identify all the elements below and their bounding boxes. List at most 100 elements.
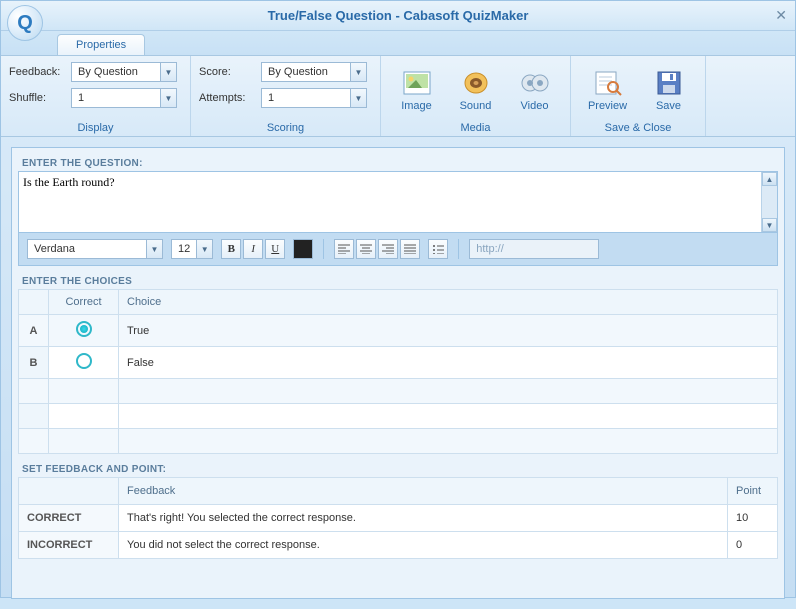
col-blank bbox=[19, 290, 49, 315]
fb-incorrect-text[interactable]: You did not select the correct response. bbox=[119, 532, 728, 559]
separator bbox=[458, 239, 459, 259]
choice-letter: B bbox=[19, 347, 49, 379]
logo-letter: Q bbox=[17, 12, 33, 35]
ribbon-group-display: Feedback: By Question ▼ Shuffle: 1 ▼ Dis… bbox=[1, 56, 191, 136]
feedback-table: Feedback Point CORRECT That's right! You… bbox=[18, 477, 778, 559]
close-button[interactable]: ✕ bbox=[775, 7, 787, 24]
separator bbox=[323, 239, 324, 259]
font-size-value: 12 bbox=[172, 243, 196, 255]
scrollbar[interactable]: ▲ ▼ bbox=[761, 172, 777, 232]
radio-unchecked-icon[interactable] bbox=[76, 353, 92, 369]
choice-correct-cell[interactable] bbox=[49, 347, 119, 379]
font-name-combo[interactable]: Verdana ▼ bbox=[27, 239, 163, 259]
score-combo[interactable]: By Question ▼ bbox=[261, 62, 367, 82]
image-icon bbox=[402, 68, 432, 98]
font-name-value: Verdana bbox=[28, 243, 146, 255]
align-justify-button[interactable] bbox=[400, 239, 420, 259]
sound-icon bbox=[461, 68, 491, 98]
fb-incorrect-point[interactable]: 0 bbox=[728, 532, 778, 559]
tab-properties[interactable]: Properties bbox=[57, 34, 145, 55]
fb-col-blank bbox=[19, 478, 119, 505]
feedback-combo[interactable]: By Question ▼ bbox=[71, 62, 177, 82]
group-label-media: Media bbox=[389, 118, 562, 134]
col-correct: Correct bbox=[49, 290, 119, 315]
choice-row-empty bbox=[19, 379, 778, 404]
question-box: ▲ ▼ bbox=[18, 171, 778, 233]
bullet-list-button[interactable] bbox=[428, 239, 448, 259]
ribbon: Feedback: By Question ▼ Shuffle: 1 ▼ Dis… bbox=[1, 55, 795, 137]
tabstrip: Properties bbox=[1, 31, 795, 55]
app-logo[interactable]: Q bbox=[7, 5, 43, 41]
ribbon-group-media: Image Sound Video Media bbox=[381, 56, 571, 136]
ribbon-group-saveclose: Preview Save Save & Close bbox=[571, 56, 706, 136]
scroll-up-icon[interactable]: ▲ bbox=[762, 172, 777, 186]
save-button[interactable]: Save bbox=[640, 66, 697, 114]
titlebar: Q True/False Question - Cabasoft QuizMak… bbox=[1, 1, 795, 31]
ribbon-group-scoring: Score: By Question ▼ Attempts: 1 ▼ Scori… bbox=[191, 56, 381, 136]
video-label: Video bbox=[521, 100, 549, 112]
fb-correct-point[interactable]: 10 bbox=[728, 505, 778, 532]
chevron-down-icon: ▼ bbox=[160, 63, 176, 81]
choice-row-empty bbox=[19, 404, 778, 429]
bold-button[interactable]: B bbox=[221, 239, 241, 259]
italic-button[interactable]: I bbox=[243, 239, 263, 259]
score-value: By Question bbox=[262, 66, 350, 78]
attempts-value: 1 bbox=[262, 92, 350, 104]
save-label: Save bbox=[656, 100, 681, 112]
font-size-combo[interactable]: 12 ▼ bbox=[171, 239, 213, 259]
video-icon bbox=[520, 68, 550, 98]
feedback-row-correct[interactable]: CORRECT That's right! You selected the c… bbox=[19, 505, 778, 532]
col-choice: Choice bbox=[119, 290, 778, 315]
attempts-combo[interactable]: 1 ▼ bbox=[261, 88, 367, 108]
choice-row[interactable]: B False bbox=[19, 347, 778, 379]
choice-text[interactable]: False bbox=[119, 347, 778, 379]
choice-correct-cell[interactable] bbox=[49, 315, 119, 347]
shuffle-value: 1 bbox=[72, 92, 160, 104]
sound-button[interactable]: Sound bbox=[448, 66, 503, 114]
window-title: True/False Question - Cabasoft QuizMaker bbox=[268, 8, 529, 23]
content-area: ENTER THE QUESTION: ▲ ▼ Verdana ▼ 12 ▼ bbox=[1, 137, 795, 609]
choice-letter: A bbox=[19, 315, 49, 347]
align-right-button[interactable] bbox=[378, 239, 398, 259]
align-left-button[interactable] bbox=[334, 239, 354, 259]
format-toolbar: Verdana ▼ 12 ▼ B I U bbox=[18, 233, 778, 266]
chevron-down-icon: ▼ bbox=[350, 89, 366, 107]
underline-button[interactable]: U bbox=[265, 239, 285, 259]
fb-incorrect-label: INCORRECT bbox=[19, 532, 119, 559]
preview-icon bbox=[593, 68, 623, 98]
scroll-down-icon[interactable]: ▼ bbox=[762, 218, 777, 232]
url-placeholder: http:// bbox=[476, 243, 504, 255]
chevron-down-icon: ▼ bbox=[146, 240, 162, 258]
chevron-down-icon: ▼ bbox=[350, 63, 366, 81]
editor-panel: ENTER THE QUESTION: ▲ ▼ Verdana ▼ 12 ▼ bbox=[11, 147, 785, 599]
url-input[interactable]: http:// bbox=[469, 239, 599, 259]
group-label-saveclose: Save & Close bbox=[579, 118, 697, 134]
group-label-display: Display bbox=[9, 118, 182, 134]
image-button[interactable]: Image bbox=[389, 66, 444, 114]
fb-col-point: Point bbox=[728, 478, 778, 505]
video-button[interactable]: Video bbox=[507, 66, 562, 114]
choices-table: Correct Choice A True B False bbox=[18, 289, 778, 454]
chevron-down-icon: ▼ bbox=[160, 89, 176, 107]
app-window: Q True/False Question - Cabasoft QuizMak… bbox=[0, 0, 796, 598]
align-center-button[interactable] bbox=[356, 239, 376, 259]
fb-correct-label: CORRECT bbox=[19, 505, 119, 532]
question-textarea[interactable] bbox=[19, 172, 761, 232]
choice-text[interactable]: True bbox=[119, 315, 778, 347]
group-label-scoring: Scoring bbox=[199, 118, 372, 134]
feedback-value: By Question bbox=[72, 66, 160, 78]
feedback-row-incorrect[interactable]: INCORRECT You did not select the correct… bbox=[19, 532, 778, 559]
shuffle-combo[interactable]: 1 ▼ bbox=[71, 88, 177, 108]
score-label: Score: bbox=[199, 66, 255, 78]
sound-label: Sound bbox=[460, 100, 492, 112]
choices-section-label: ENTER THE CHOICES bbox=[18, 272, 778, 289]
font-color-button[interactable] bbox=[293, 239, 313, 259]
image-label: Image bbox=[401, 100, 432, 112]
feedback-section-label: SET FEEDBACK AND POINT: bbox=[18, 460, 778, 477]
question-section-label: ENTER THE QUESTION: bbox=[18, 154, 778, 171]
preview-button[interactable]: Preview bbox=[579, 66, 636, 114]
radio-checked-icon[interactable] bbox=[76, 321, 92, 337]
chevron-down-icon: ▼ bbox=[196, 240, 212, 258]
choice-row[interactable]: A True bbox=[19, 315, 778, 347]
fb-correct-text[interactable]: That's right! You selected the correct r… bbox=[119, 505, 728, 532]
